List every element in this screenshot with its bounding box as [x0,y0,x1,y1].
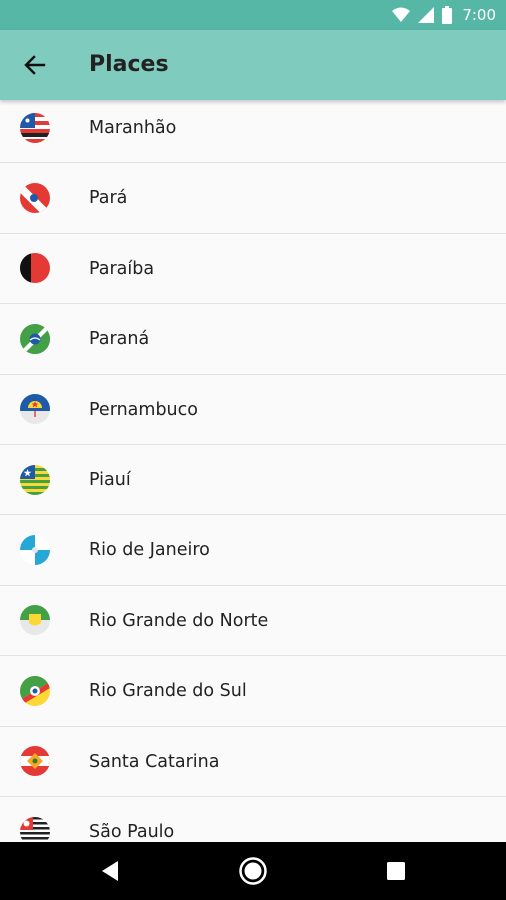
list-item-rio-de-janeiro[interactable]: Rio de Janeiro [0,515,506,586]
list-item-label: Rio Grande do Sul [89,681,247,702]
recents-square-icon [387,862,405,880]
places-list: Maranhão Pará Paraíba Paraná Pernambuco … [0,93,506,842]
paraiba-flag-icon [20,253,50,284]
battery-icon [442,6,453,24]
list-item-label: Paraná [89,329,150,350]
nav-home-button[interactable] [223,842,283,900]
list-item-para[interactable]: Pará [0,163,506,234]
list-item-maranhao[interactable]: Maranhão [0,93,506,164]
rio-de-janeiro-flag-icon [20,535,50,566]
list-item-label: Pará [89,188,128,209]
list-item-label: Santa Catarina [89,751,220,772]
arrow-back-icon [24,55,46,75]
home-circle-icon [239,857,267,885]
nav-back-button[interactable] [80,842,140,900]
list-item-label: Maranhão [89,118,177,138]
list-item-rio-grande-do-sul[interactable]: Rio Grande do Sul [0,656,506,727]
app-bar: Places [0,30,506,100]
list-item-piaui[interactable]: Piauí [0,444,506,516]
list-item-label: Rio Grande do Norte [89,610,269,631]
status-time: 7:00 [462,6,496,24]
pernambuco-flag-icon [20,394,50,425]
back-triangle-icon [102,861,118,881]
list-item-label: Piauí [89,469,131,490]
list-item-parana[interactable]: Paraná [0,304,506,375]
list-item-label: Rio de Janeiro [89,540,210,561]
list-item-label: Paraíba [89,258,155,279]
rio-grande-do-norte-flag-icon [20,605,50,636]
list-item-rio-grande-do-norte[interactable]: Rio Grande do Norte [0,585,506,657]
sao-paulo-flag-icon [20,816,50,842]
list-item-pernambuco[interactable]: Pernambuco [0,374,506,445]
list-item-label: Pernambuco [89,399,198,420]
list-item-paraiba[interactable]: Paraíba [0,233,506,305]
status-bar: 7:00 [0,0,506,30]
list-item-sao-paulo[interactable]: São Paulo [0,796,506,842]
navigation-bar [0,842,506,900]
para-flag-icon [20,183,50,214]
list-item-label: São Paulo [89,821,175,842]
list-item-santa-catarina[interactable]: Santa Catarina [0,726,506,797]
wifi-icon [392,7,411,22]
maranhao-flag-icon [20,112,50,143]
status-icons: 7:00 [392,0,496,30]
page-title: Places [89,52,169,77]
piaui-flag-icon [20,464,50,495]
signal-icon [418,7,435,23]
rio-grande-do-sul-flag-icon [20,675,50,706]
nav-recents-button[interactable] [366,842,426,900]
parana-flag-icon [20,323,50,354]
santa-catarina-flag-icon [20,746,50,777]
back-button[interactable] [18,48,52,82]
